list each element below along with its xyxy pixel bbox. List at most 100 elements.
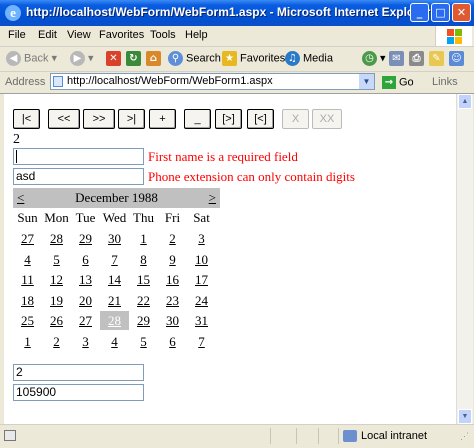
calendar-day[interactable]: 17 [187,270,216,289]
calendar-day[interactable]: 30 [100,229,129,248]
calendar-day[interactable]: 31 [187,311,216,330]
refresh-icon: ↻ [126,51,141,66]
calendar-day[interactable]: 3 [187,229,216,248]
first-name-input[interactable] [13,148,144,165]
calendar-day[interactable]: 29 [129,311,158,330]
delete-button[interactable]: X [282,109,309,129]
calendar-day[interactable]: 29 [71,229,100,248]
calendar-day[interactable]: 11 [13,270,42,289]
forward-arrow-icon: ▶ [70,51,85,66]
calendar-day[interactable]: 20 [71,291,100,310]
calendar-day[interactable]: 4 [100,332,129,351]
calendar-day[interactable]: 18 [13,291,42,310]
refresh-button[interactable]: ↻ [126,51,144,67]
resize-grip-icon[interactable]: ⋰ [460,431,472,443]
record-counter: 2 [13,132,20,147]
calendar-prev-month-link[interactable]: < [17,188,24,208]
address-input[interactable]: http://localhost/WebForm/WebForm1.aspx ▼ [50,73,375,90]
toolbar: ◀ Back ▾ ▶ ▾ ✕ ↻ ⌂ ⚲ Search ★ Favorites ♫ Med… [0,47,474,72]
windows-logo-icon [435,26,472,46]
calendar-day[interactable]: 28 [42,229,71,248]
media-button[interactable]: ♫ Media [285,51,333,67]
calendar-day[interactable]: 7 [187,332,216,351]
calendar-day[interactable]: 4 [13,250,42,269]
back-button[interactable]: ◀ Back ▾ [6,51,57,67]
links-button[interactable]: Links [432,76,458,88]
favorites-button[interactable]: ★ Favorites [222,51,285,67]
calendar-header: December 1988 < > [13,188,220,208]
calendar-day[interactable]: 2 [158,229,187,248]
calendar-dow-header: Tue [75,210,96,225]
calendar-day[interactable]: 5 [129,332,158,351]
add-record-button[interactable]: + [149,109,176,129]
menu-edit[interactable]: Edit [38,29,57,41]
calendar-day[interactable]: 7 [100,250,129,269]
mail-button[interactable]: ✉ [389,51,407,67]
calendar-day[interactable]: 6 [158,332,187,351]
calendar-day[interactable]: 16 [158,270,187,289]
minimize-button[interactable]: _ [410,3,429,22]
calendar-day[interactable]: 30 [158,311,187,330]
calendar-day[interactable]: 8 [129,250,158,269]
menu-help[interactable]: Help [185,29,208,41]
calendar-day[interactable]: 27 [71,311,100,330]
calendar-day[interactable]: 10 [187,250,216,269]
stop-button[interactable]: ✕ [106,51,124,67]
calendar-day[interactable]: 3 [71,332,100,351]
edit-button[interactable]: ✎ [429,51,447,67]
calendar-day[interactable]: 2 [42,332,71,351]
calendar-day[interactable]: 27 [13,229,42,248]
scroll-down-icon[interactable]: ▼ [458,409,472,424]
messenger-button[interactable]: ☺ [449,51,467,67]
go-button[interactable]: → Go [382,76,414,89]
home-button[interactable]: ⌂ [146,51,164,67]
nav-next-button[interactable]: [>] [215,109,242,129]
calendar-day[interactable]: 13 [71,270,100,289]
calendar-day[interactable]: 24 [187,291,216,310]
vertical-scrollbar[interactable]: ▲ ▼ [456,94,473,424]
nav-first-button[interactable]: |< [13,109,40,129]
calendar-day[interactable]: 14 [100,270,129,289]
calendar-day[interactable]: 1 [13,332,42,351]
calendar-dow-header: Fri [164,210,181,225]
calendar-dow-header: Sat [193,210,210,225]
calendar-next-month-link[interactable]: > [209,188,216,208]
calendar-day[interactable]: 5 [42,250,71,269]
history-button[interactable]: ◷ ▾ [362,51,386,67]
calendar-day[interactable]: 22 [129,291,158,310]
nav-next-page-button[interactable]: >> [83,109,115,129]
phone-extension-input[interactable]: asd [13,168,144,185]
address-dropdown-icon[interactable]: ▼ [359,74,374,89]
forward-button[interactable]: ▶ ▾ [70,51,94,67]
calendar-day[interactable]: 1 [129,229,158,248]
calendar-day[interactable]: 15 [129,270,158,289]
calendar-day[interactable]: 6 [71,250,100,269]
calendar-day[interactable]: 25 [13,311,42,330]
delete-all-button[interactable]: XX [312,109,342,129]
menu-view[interactable]: View [67,29,91,41]
print-icon: ⎙ [409,51,424,66]
maximize-button[interactable]: □ [431,3,450,22]
print-button[interactable]: ⎙ [409,51,427,67]
menu-file[interactable]: File [8,29,26,41]
calendar-day[interactable]: 23 [158,291,187,310]
clear-button[interactable]: _ [184,109,211,129]
messenger-icon: ☺ [449,51,464,66]
nav-last-button[interactable]: >| [118,109,145,129]
close-button[interactable]: ✕ [452,3,471,22]
menu-tools[interactable]: Tools [150,29,176,41]
field-b-input[interactable]: 105900 [13,384,144,401]
scroll-up-icon[interactable]: ▲ [458,94,472,109]
calendar-day[interactable]: 9 [158,250,187,269]
nav-prev-button[interactable]: [<] [247,109,274,129]
menu-favorites[interactable]: Favorites [99,29,144,41]
field-a-input[interactable]: 2 [13,364,144,381]
nav-prev-page-button[interactable]: << [48,109,80,129]
intranet-icon [343,430,357,443]
calendar-day[interactable]: 19 [42,291,71,310]
calendar-day[interactable]: 21 [100,291,129,310]
calendar-day[interactable]: 28 [100,311,129,330]
calendar-day[interactable]: 26 [42,311,71,330]
calendar-day[interactable]: 12 [42,270,71,289]
search-button[interactable]: ⚲ Search [168,51,221,67]
